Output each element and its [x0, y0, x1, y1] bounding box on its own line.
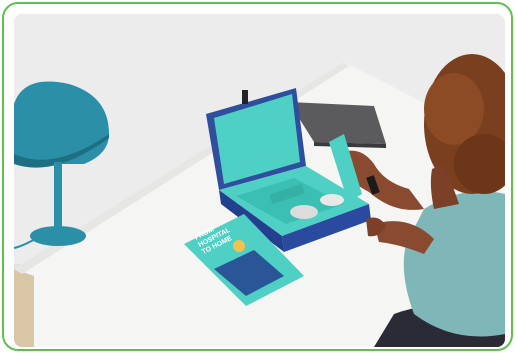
desk-leg [14, 269, 34, 347]
image-frame: FROM HOSPITAL TO HOME [2, 2, 513, 351]
product-photo: FROM HOSPITAL TO HOME [14, 14, 505, 347]
photo-scene: FROM HOSPITAL TO HOME [14, 14, 505, 347]
